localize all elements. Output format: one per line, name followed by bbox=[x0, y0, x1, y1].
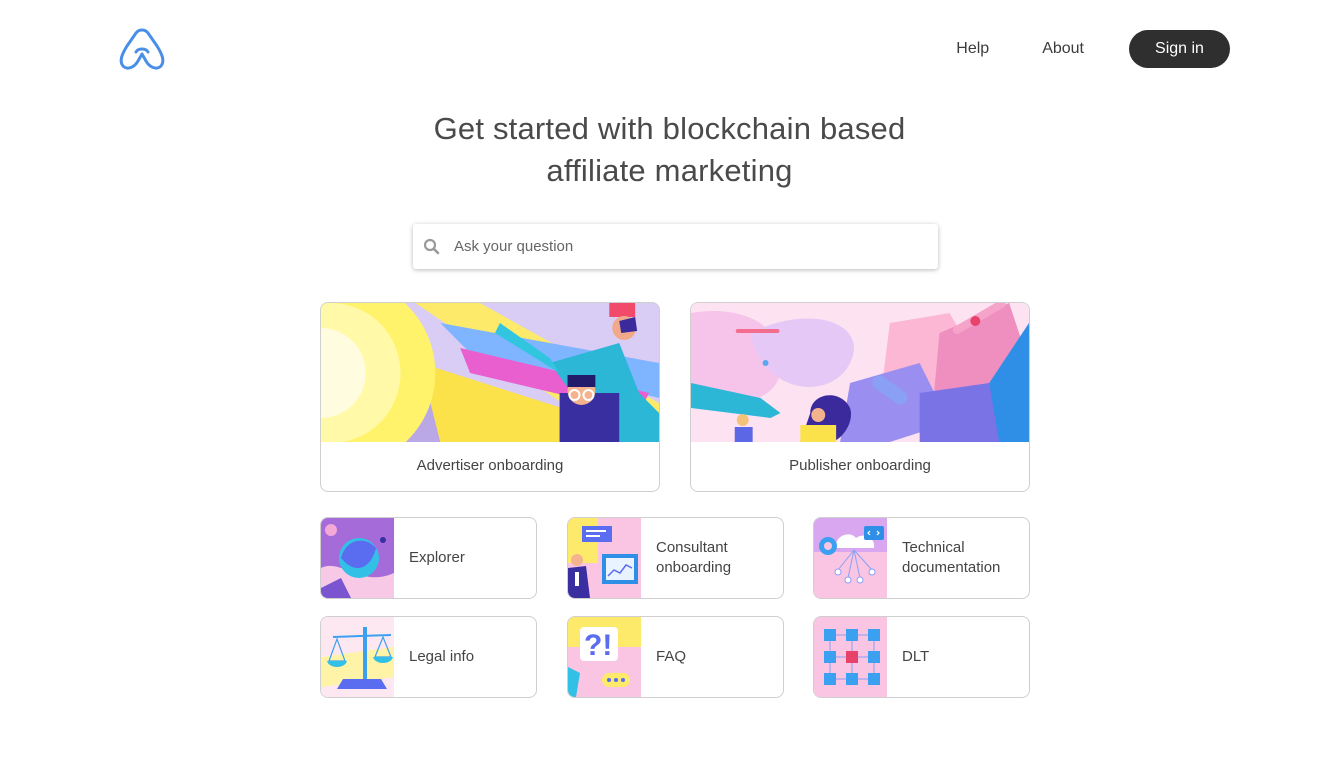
consultant-onboarding-label: Consultant onboarding bbox=[656, 538, 731, 578]
legal-info-label: Legal info bbox=[409, 648, 475, 665]
technical-label-line-1: Technical bbox=[902, 539, 965, 556]
title-line-2: affiliate marketing bbox=[546, 153, 793, 188]
search-icon bbox=[423, 238, 440, 255]
explorer-label: Explorer bbox=[409, 549, 465, 566]
legal-thumbnail bbox=[321, 617, 394, 697]
technical-label-line-2: documentation bbox=[902, 559, 1001, 576]
dlt-label: DLT bbox=[902, 648, 930, 665]
consultant-label-line-2: onboarding bbox=[656, 559, 732, 576]
publisher-onboarding-card[interactable]: Publisher onboarding bbox=[690, 302, 1030, 492]
dlt-thumbnail bbox=[814, 617, 887, 697]
consultant-onboarding-card[interactable]: Consultant onboarding bbox=[567, 517, 784, 599]
dlt-card[interactable]: DLT bbox=[813, 616, 1030, 698]
technical-documentation-label: Technical documentation bbox=[902, 538, 1000, 578]
page-title: Get started with blockchain based affili… bbox=[0, 108, 1339, 192]
faq-label: FAQ bbox=[656, 648, 687, 665]
search-bar[interactable] bbox=[413, 224, 938, 269]
advertiser-illustration bbox=[321, 303, 659, 442]
top-nav: Help About Sign in bbox=[956, 30, 1230, 68]
title-line-1: Get started with blockchain based bbox=[433, 111, 906, 146]
advertiser-onboarding-label: Advertiser onboarding bbox=[416, 457, 564, 474]
publisher-illustration bbox=[691, 303, 1029, 442]
explorer-thumbnail bbox=[321, 518, 394, 598]
brand-logo-icon[interactable] bbox=[119, 28, 165, 70]
consultant-thumbnail bbox=[568, 518, 641, 598]
publisher-onboarding-label: Publisher onboarding bbox=[789, 457, 931, 474]
sign-in-button[interactable]: Sign in bbox=[1129, 30, 1230, 68]
faq-thumbnail: ?! bbox=[568, 617, 641, 697]
nav-help-link[interactable]: Help bbox=[956, 40, 989, 58]
search-input[interactable] bbox=[454, 238, 938, 255]
technical-thumbnail bbox=[814, 518, 887, 598]
technical-documentation-card[interactable]: Technical documentation bbox=[813, 517, 1030, 599]
advertiser-onboarding-card[interactable]: Advertiser onboarding bbox=[320, 302, 660, 492]
consultant-label-line-1: Consultant bbox=[656, 539, 728, 556]
faq-card[interactable]: ?! FAQ bbox=[567, 616, 784, 698]
svg-text:?!: ?! bbox=[584, 629, 612, 662]
legal-info-card[interactable]: Legal info bbox=[320, 616, 537, 698]
explorer-card[interactable]: Explorer bbox=[320, 517, 537, 599]
nav-about-link[interactable]: About bbox=[1042, 40, 1084, 58]
